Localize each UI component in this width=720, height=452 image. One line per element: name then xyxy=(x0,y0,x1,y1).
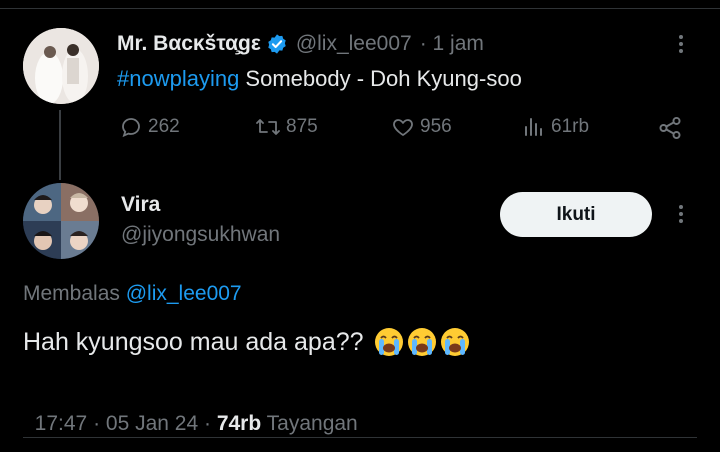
author-display-name[interactable]: Mr. Bαϲκšτα̧ɡε xyxy=(117,32,261,56)
reply-button[interactable]: 262 xyxy=(118,115,180,139)
tweet-time[interactable]: · 1 jam xyxy=(420,32,484,56)
reply-time[interactable]: 17:47 xyxy=(35,412,88,435)
replying-to: Membalas @lix_lee007 xyxy=(23,282,242,306)
tweet-body-text: Somebody - Doh Kyung-soo xyxy=(239,66,522,91)
reply-author-handle[interactable]: @jiyongsukhwan xyxy=(121,223,280,247)
heart-icon xyxy=(390,115,416,139)
share-icon[interactable] xyxy=(656,115,684,146)
reply-author-name[interactable]: Vira xyxy=(121,193,160,217)
replying-handle-link[interactable]: @lix_lee007 xyxy=(126,282,242,305)
reply-views-count: 74rb xyxy=(216,412,262,435)
like-count: 956 xyxy=(420,116,452,137)
views-button[interactable]: 61rb xyxy=(523,115,589,139)
bottom-divider xyxy=(23,437,697,438)
follow-button[interactable]: Ikuti xyxy=(500,192,652,237)
follow-button-label: Ikuti xyxy=(556,203,596,225)
reply-date[interactable]: 05 Jan 24 xyxy=(106,412,198,435)
replying-label: Membalas xyxy=(23,282,120,305)
loudly-crying-face-icon xyxy=(440,327,470,357)
avatar-original-author[interactable] xyxy=(23,28,99,104)
wedding-photo-icon xyxy=(23,28,99,104)
verified-badge-icon xyxy=(266,33,288,55)
group-photo-icon xyxy=(23,183,99,259)
avatar-reply-author[interactable] xyxy=(23,183,99,259)
meta-separator: · xyxy=(198,412,217,435)
analytics-bars-icon xyxy=(523,115,547,139)
hashtag-link[interactable]: #nowplaying xyxy=(117,66,239,91)
retweet-count: 875 xyxy=(286,116,318,137)
reply-count: 262 xyxy=(148,116,180,137)
reply-icon xyxy=(118,115,144,139)
like-button[interactable]: 956 xyxy=(390,115,452,139)
original-more-options-icon[interactable] xyxy=(679,35,683,53)
meta-separator: · xyxy=(87,412,106,435)
views-count: 61rb xyxy=(551,116,590,137)
reply-views-label: Tayangan xyxy=(266,412,358,435)
author-handle[interactable]: @lix_lee007 xyxy=(296,32,412,56)
loudly-crying-face-icon xyxy=(374,327,404,357)
reply-meta: 17:47 · 05 Jan 24 · 74rb Tayangan xyxy=(23,388,358,436)
retweet-button[interactable]: 875 xyxy=(254,115,318,139)
thread-connector-line xyxy=(59,110,61,180)
reply-body-text: Hah kyungsoo mau ada apa?? xyxy=(23,327,364,356)
original-tweet-header: Mr. Bαϲκšτα̧ɡε @lix_lee007 · 1 jam xyxy=(117,30,484,58)
reply-text: Hah kyungsoo mau ada apa?? xyxy=(23,327,473,357)
top-divider xyxy=(0,8,720,9)
reply-more-options-icon[interactable] xyxy=(679,205,683,223)
original-tweet-text: #nowplaying Somebody - Doh Kyung-soo xyxy=(117,66,522,92)
loudly-crying-face-icon xyxy=(407,327,437,357)
retweet-icon xyxy=(254,115,282,139)
